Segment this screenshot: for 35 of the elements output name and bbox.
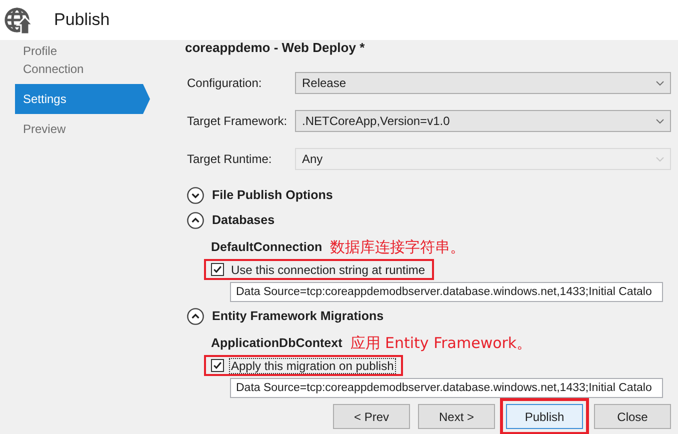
nav-item[interactable]: Profile	[15, 42, 143, 60]
expander-button[interactable]	[187, 186, 204, 204]
nav-item[interactable]: Preview	[15, 120, 143, 138]
checkbox-label[interactable]: Apply this migration on publish	[229, 358, 396, 374]
connection-name: ApplicationDbContext	[211, 336, 342, 350]
section-title: File Publish Options	[212, 188, 333, 202]
expander-button[interactable]	[187, 308, 204, 324]
field-label: Configuration:	[187, 76, 263, 90]
dialog-button[interactable]: < Prev	[333, 404, 410, 429]
dialog-button[interactable]: Publish	[506, 404, 583, 429]
dialog-button[interactable]: Close	[594, 404, 671, 429]
chevron-down-icon	[656, 118, 664, 124]
window-title: Publish	[54, 10, 110, 30]
profile-heading: coreappdemo - Web Deploy *	[185, 39, 366, 57]
field-label: Target Runtime:	[187, 152, 273, 166]
checkbox[interactable]	[211, 359, 224, 372]
checkbox[interactable]	[211, 263, 224, 276]
chevron-down-icon	[656, 80, 664, 86]
connection-string-field[interactable]: Data Source=tcp:coreappdemodbserver.database.windows.net,1433;Initial Catalo	[230, 378, 663, 398]
section-title: Entity Framework Migrations	[212, 309, 384, 323]
dropdown[interactable]: .NETCoreApp,Version=v1.0	[295, 110, 671, 132]
section-title: Databases	[212, 213, 275, 227]
field-label: Target Framework:	[187, 114, 288, 128]
connection-string-field[interactable]: Data Source=tcp:coreappdemodbserver.database.windows.net,1433;Initial Catalo	[230, 282, 663, 302]
nav-item[interactable]: Settings	[15, 84, 150, 114]
dropdown[interactable]: Release	[295, 72, 671, 94]
connection-name: DefaultConnection	[211, 240, 322, 254]
globe-arrow-icon	[4, 5, 34, 35]
annotation-note: 应用 Entity Framework。	[350, 334, 532, 352]
annotation-note: 数据库连接字符串。	[330, 238, 466, 256]
nav-item[interactable]: Connection	[15, 60, 143, 78]
checkbox-label[interactable]: Use this connection string at runtime	[229, 262, 428, 278]
expander-button[interactable]	[187, 212, 204, 228]
dialog-button[interactable]: Next >	[418, 404, 495, 429]
chevron-down-icon	[656, 156, 664, 162]
